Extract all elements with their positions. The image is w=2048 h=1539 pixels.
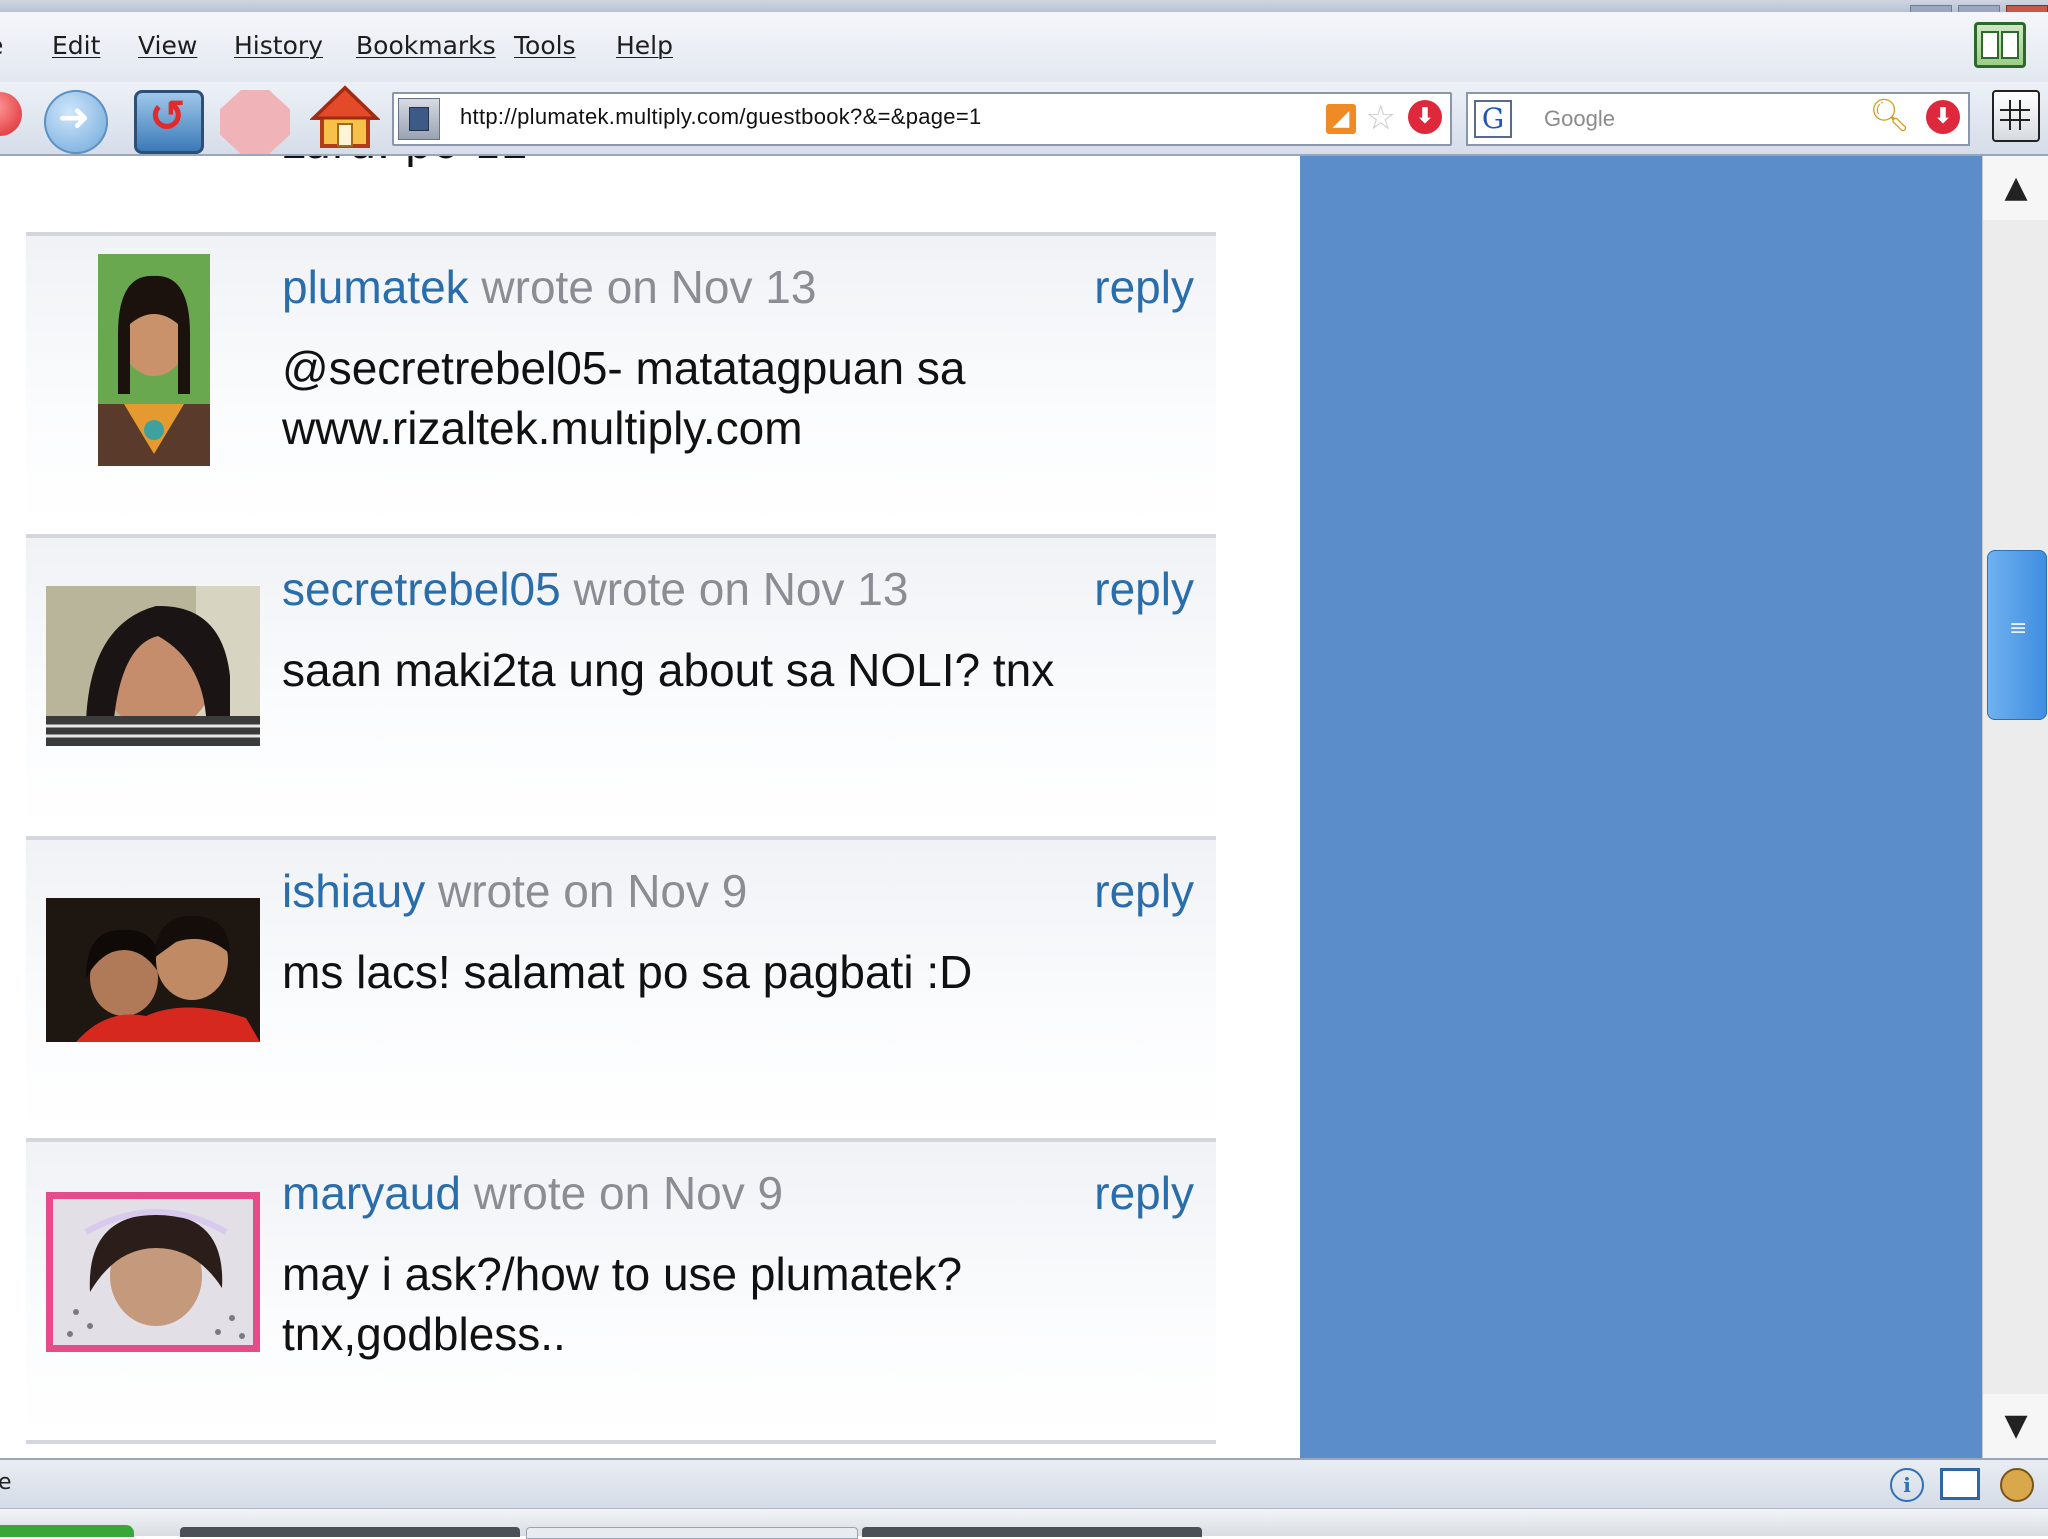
reply-link[interactable]: reply bbox=[1094, 562, 1194, 616]
address-bar[interactable]: http://plumatek.multiply.com/guestbook?&… bbox=[392, 92, 1452, 146]
entry-message: saan maki2ta ung about sa NOLI? tnx bbox=[282, 644, 1055, 696]
bookmark-star-icon[interactable]: ☆ bbox=[1366, 98, 1396, 138]
avatar[interactable] bbox=[46, 898, 260, 1042]
reload-button[interactable] bbox=[134, 90, 204, 154]
guestbook-page: Lara. po 12 plumatek wrote on Nov 13 rep… bbox=[0, 156, 1300, 1458]
clipped-entry-text: Lara. po 12 bbox=[280, 156, 529, 169]
search-input[interactable]: Google bbox=[1544, 106, 1615, 132]
author-link[interactable]: plumatek bbox=[282, 261, 469, 313]
entry-date: wrote on Nov 13 bbox=[468, 261, 817, 313]
menu-bar: e Edit View History Bookmarks Tools Help bbox=[0, 12, 2048, 83]
info-icon[interactable]: i bbox=[1890, 1468, 1924, 1502]
avatar[interactable] bbox=[46, 1192, 260, 1352]
rss-feed-icon[interactable]: ◢ bbox=[1326, 104, 1356, 134]
stop-button[interactable] bbox=[220, 90, 290, 154]
status-text: e bbox=[0, 1470, 12, 1495]
search-icon[interactable]: 🔍︎ bbox=[1869, 96, 1910, 134]
reply-link[interactable]: reply bbox=[1094, 260, 1194, 314]
entry-header: plumatek wrote on Nov 13 bbox=[282, 260, 816, 314]
author-link[interactable]: ishiauy bbox=[282, 865, 425, 917]
address-text[interactable]: http://plumatek.multiply.com/guestbook?&… bbox=[460, 104, 982, 130]
entry-message: ms lacs! salamat po sa pagbati :D bbox=[282, 946, 973, 998]
avatar[interactable] bbox=[46, 586, 260, 746]
home-icon bbox=[309, 85, 381, 148]
reply-link[interactable]: reply bbox=[1094, 864, 1194, 918]
search-bar[interactable]: G Google 🔍︎ ⬇ bbox=[1466, 92, 1970, 146]
reply-link[interactable]: reply bbox=[1094, 1166, 1194, 1220]
menu-view[interactable]: View bbox=[138, 31, 197, 60]
scroll-up-button[interactable]: ▲ bbox=[1983, 156, 2048, 220]
avatar[interactable] bbox=[98, 254, 210, 466]
back-button[interactable] bbox=[0, 92, 22, 136]
menu-file-fragment[interactable]: e bbox=[0, 31, 3, 60]
menu-tools[interactable]: Tools bbox=[514, 31, 576, 60]
menu-help[interactable]: Help bbox=[616, 31, 673, 60]
taskbar-button[interactable] bbox=[180, 1527, 520, 1537]
entry-header: secretrebel05 wrote on Nov 13 bbox=[282, 562, 908, 616]
entry-message: @secretrebel05- matatagpuan sa www.rizal… bbox=[282, 342, 966, 454]
entry-date: wrote on Nov 9 bbox=[425, 865, 748, 917]
guestbook-entry: plumatek wrote on Nov 13 reply @secretre… bbox=[26, 232, 1216, 532]
taskbar bbox=[0, 1508, 2048, 1539]
reader-book-icon[interactable] bbox=[1974, 22, 2026, 68]
taskbar-button[interactable] bbox=[526, 1527, 858, 1539]
vertical-scrollbar[interactable]: ▲ ▼ bbox=[1982, 156, 2048, 1458]
menu-history[interactable]: History bbox=[234, 31, 323, 60]
scroll-thumb[interactable] bbox=[1987, 550, 2047, 720]
site-favicon-icon bbox=[398, 98, 440, 140]
guestbook-entry: secretrebel05 wrote on Nov 13 reply saan… bbox=[26, 534, 1216, 834]
menu-bookmarks[interactable]: Bookmarks bbox=[356, 31, 496, 60]
window-controls bbox=[1904, 0, 2048, 15]
scroll-down-button[interactable]: ▼ bbox=[1983, 1394, 2048, 1458]
start-button[interactable] bbox=[0, 1525, 134, 1537]
entry-divider bbox=[26, 1440, 1216, 1444]
author-link[interactable]: secretrebel05 bbox=[282, 563, 561, 615]
taskbar-button[interactable] bbox=[862, 1527, 1202, 1537]
forward-button[interactable] bbox=[44, 90, 108, 154]
entry-header: ishiauy wrote on Nov 9 bbox=[282, 864, 747, 918]
window-icon[interactable] bbox=[1940, 1468, 1980, 1500]
sidebar-background bbox=[1300, 156, 1982, 1458]
entry-date: wrote on Nov 13 bbox=[560, 563, 909, 615]
status-bar: e i bbox=[0, 1458, 2048, 1510]
entry-date: wrote on Nov 9 bbox=[460, 1167, 784, 1219]
author-link[interactable]: maryaud bbox=[282, 1167, 461, 1219]
menu-edit[interactable]: Edit bbox=[52, 31, 100, 60]
guestbook-entry: maryaud wrote on Nov 9 reply may i ask?/… bbox=[26, 1138, 1216, 1438]
entry-header: maryaud wrote on Nov 9 bbox=[282, 1166, 783, 1220]
navigation-toolbar: http://plumatek.multiply.com/guestbook?&… bbox=[0, 82, 2048, 156]
greasemonkey-icon[interactable] bbox=[2000, 1468, 2034, 1502]
guestbook-entry: ishiauy wrote on Nov 9 reply ms lacs! sa… bbox=[26, 836, 1216, 1136]
url-go-icon[interactable]: ⬇ bbox=[1408, 100, 1442, 134]
home-button[interactable] bbox=[309, 84, 381, 150]
entry-message: may i ask?/how to use plumatek?tnx,godbl… bbox=[282, 1248, 963, 1360]
grid-view-icon[interactable] bbox=[1992, 90, 2040, 142]
search-go-icon[interactable]: ⬇ bbox=[1926, 100, 1960, 134]
search-engine-icon[interactable]: G bbox=[1474, 100, 1512, 138]
